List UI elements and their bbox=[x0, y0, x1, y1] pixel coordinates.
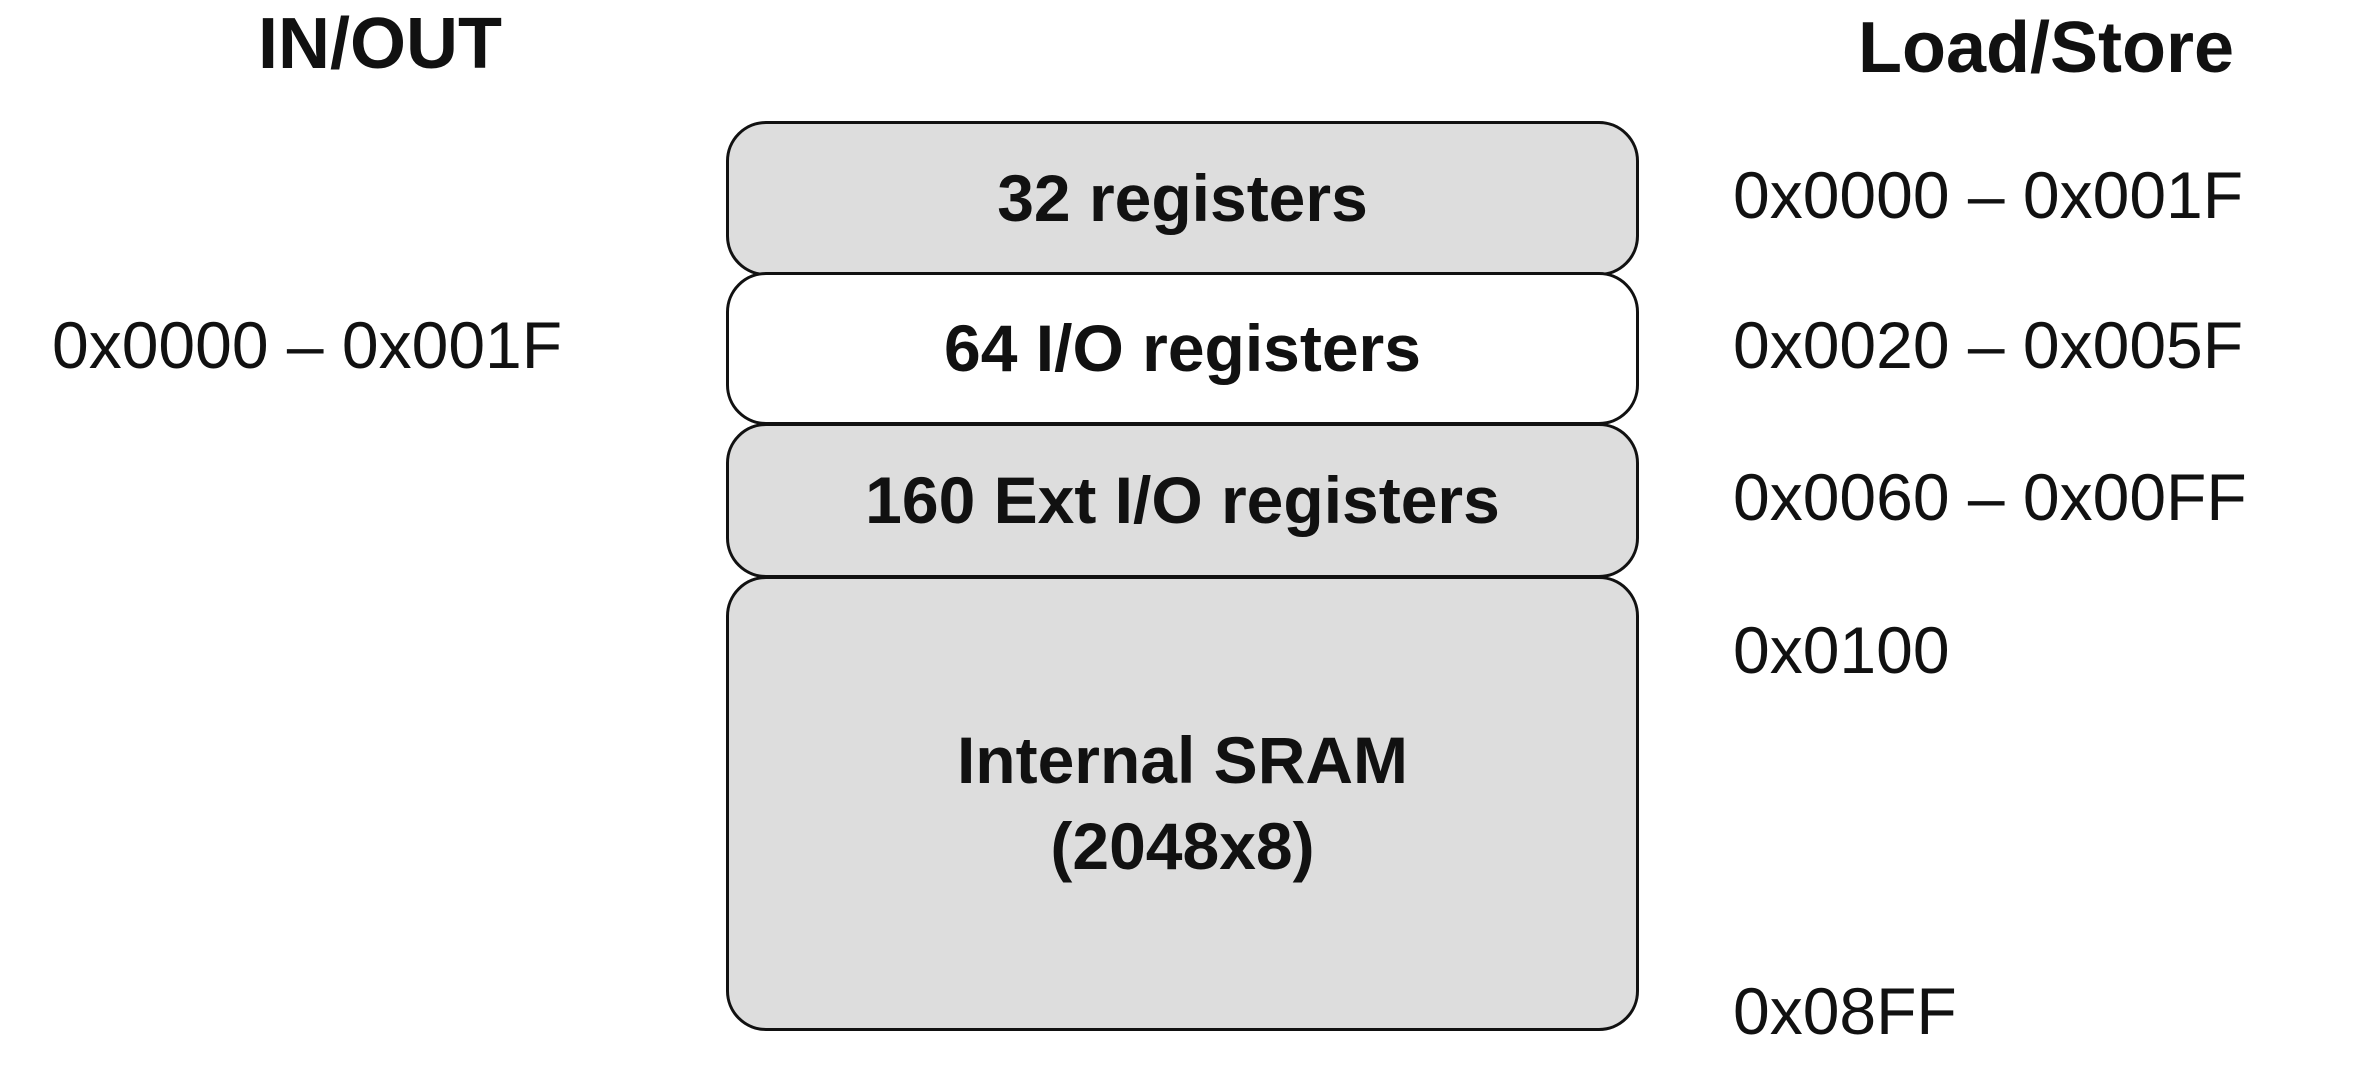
load-store-address-sram-end: 0x08FF bbox=[1733, 974, 1957, 1048]
load-store-heading: Load/Store bbox=[1858, 8, 2235, 88]
io-registers-block: 64 I/O registers bbox=[726, 272, 1639, 425]
load-store-address-registers: 0x0000 – 0x001F bbox=[1733, 158, 2244, 232]
load-store-address-ext-io: 0x0060 – 0x00FF bbox=[1733, 460, 2247, 534]
in-out-address-range: 0x0000 – 0x001F bbox=[52, 308, 563, 382]
registers-block: 32 registers bbox=[726, 121, 1639, 276]
load-store-address-sram-start: 0x0100 bbox=[1733, 613, 1950, 687]
internal-sram-size: (2048x8) bbox=[1050, 808, 1315, 883]
in-out-heading: IN/OUT bbox=[258, 4, 502, 84]
ext-io-registers-block: 160 Ext I/O registers bbox=[726, 423, 1639, 578]
io-registers-block-label: 64 I/O registers bbox=[944, 310, 1421, 385]
load-store-address-io: 0x0020 – 0x005F bbox=[1733, 308, 2244, 382]
ext-io-registers-block-label: 160 Ext I/O registers bbox=[865, 462, 1500, 537]
registers-block-label: 32 registers bbox=[997, 160, 1368, 235]
internal-sram-block: Internal SRAM (2048x8) bbox=[726, 576, 1639, 1031]
internal-sram-label: Internal SRAM bbox=[956, 722, 1409, 797]
